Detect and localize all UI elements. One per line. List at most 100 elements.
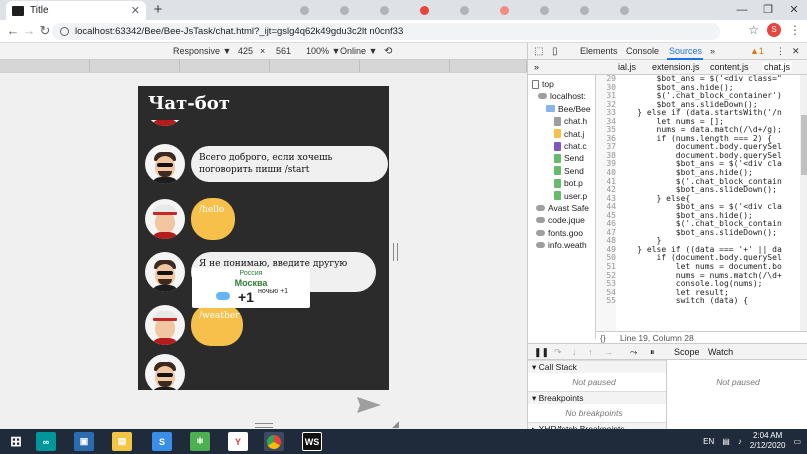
warnings-badge[interactable]: ▲1: [750, 46, 764, 56]
ruler-segment[interactable]: [360, 60, 450, 72]
editor-scrollbar[interactable]: [800, 75, 807, 331]
breakpoints-header[interactable]: ▾ Breakpoints: [528, 391, 666, 404]
step-into-icon[interactable]: ↓: [572, 347, 577, 357]
new-tab-button[interactable]: +: [150, 2, 166, 18]
forward-button[interactable]: →: [22, 24, 36, 38]
device-select[interactable]: Responsive ▼: [173, 46, 231, 56]
tab-watch[interactable]: Watch: [708, 347, 733, 357]
app-icon[interactable]: ▣: [74, 432, 94, 451]
devtools-menu-icon[interactable]: ⋮: [776, 46, 785, 57]
navigator-item[interactable]: Bee/Bee: [546, 104, 591, 114]
maximize-button[interactable]: ❐: [755, 0, 781, 20]
tab-sources[interactable]: Sources: [669, 46, 702, 56]
call-stack-header[interactable]: ▾ Call Stack: [528, 360, 666, 373]
arduino-icon[interactable]: ∞: [36, 432, 56, 451]
toggle-navigator-icon[interactable]: »: [534, 62, 539, 72]
media-query-ruler[interactable]: [0, 60, 527, 73]
back-button[interactable]: ←: [6, 24, 20, 38]
viewport-resize-handle-bottom[interactable]: [255, 423, 273, 428]
webstorm-icon[interactable]: WS: [302, 432, 322, 451]
tab-console[interactable]: Console: [626, 46, 659, 56]
step-over-icon[interactable]: ↷: [554, 347, 562, 358]
skype-icon[interactable]: S: [152, 432, 172, 451]
open-file-tab[interactable]: extension.js: [652, 62, 700, 72]
info-icon[interactable]: [60, 27, 69, 36]
browser-menu-icon[interactable]: ⋮: [789, 23, 801, 37]
ruler-segment[interactable]: [0, 60, 90, 72]
pause-icon[interactable]: ❚❚: [534, 347, 549, 358]
deactivate-breakpoints-icon[interactable]: ⤳: [630, 347, 637, 358]
ruler-segment[interactable]: [450, 60, 527, 72]
step-out-icon[interactable]: ↑: [588, 347, 593, 357]
background-tab[interactable]: [340, 3, 349, 17]
more-tabs-button[interactable]: »: [710, 46, 715, 56]
background-tab[interactable]: [580, 3, 589, 17]
navigator-item[interactable]: localhost:: [538, 91, 586, 101]
chat-messages[interactable]: Всего доброго, если хочешь поговорить пи…: [138, 120, 389, 390]
navigator-item[interactable]: Send: [554, 153, 584, 163]
notifications-icon[interactable]: ▭: [793, 437, 801, 446]
navigator-item[interactable]: Avast Safe: [536, 203, 589, 213]
network-throttle-select[interactable]: Online ▼: [340, 46, 377, 56]
close-tab-icon[interactable]: ✕: [131, 4, 140, 17]
rotate-icon[interactable]: ⟲: [384, 46, 392, 57]
message-input-bar[interactable]: [138, 390, 389, 417]
ruler-segment[interactable]: [90, 60, 180, 72]
background-tab[interactable]: [300, 3, 309, 17]
navigator-item[interactable]: chat.h: [554, 116, 587, 126]
navigator-item[interactable]: user.p: [554, 191, 587, 201]
step-icon[interactable]: →: [604, 347, 613, 357]
device-toggle-icon[interactable]: ▯: [552, 46, 558, 57]
navigator-item[interactable]: chat.c: [554, 141, 587, 151]
close-window-button[interactable]: ✕: [781, 0, 807, 20]
background-tab[interactable]: [460, 3, 469, 17]
network-icon[interactable]: ▤: [722, 437, 730, 446]
profile-avatar[interactable]: S: [767, 23, 781, 37]
background-tab[interactable]: [620, 3, 629, 17]
minimize-button[interactable]: —: [729, 0, 755, 20]
navigator-item[interactable]: fonts.goo: [536, 228, 583, 238]
chrome-icon[interactable]: [264, 432, 284, 451]
bookmark-star-icon[interactable]: ☆: [748, 23, 759, 37]
open-file-tab[interactable]: ial.js: [618, 62, 636, 72]
tab-elements[interactable]: Elements: [580, 46, 618, 56]
file-explorer-icon[interactable]: ▤: [112, 432, 132, 451]
tab-scope[interactable]: Scope: [674, 347, 700, 357]
open-file-tab[interactable]: content.js: [710, 62, 749, 72]
inspect-element-icon[interactable]: ⬚: [534, 46, 543, 57]
background-tab[interactable]: [380, 3, 389, 17]
scrollbar-thumb[interactable]: [801, 115, 807, 175]
viewport-height-input[interactable]: 561: [276, 46, 291, 56]
ruler-segment[interactable]: [180, 60, 270, 72]
windows-start-icon[interactable]: ⊞: [6, 432, 26, 451]
send-icon[interactable]: [356, 396, 382, 414]
url-text[interactable]: localhost:63342/Bee/Bee-JsTask/chat.html…: [75, 26, 403, 37]
reload-button[interactable]: ↻: [38, 24, 52, 38]
close-devtools-icon[interactable]: ✕: [792, 46, 800, 57]
background-tab[interactable]: [500, 3, 509, 17]
pause-on-exceptions-icon[interactable]: ⏸: [650, 347, 655, 358]
navigator-item[interactable]: Send: [554, 166, 584, 176]
language-indicator[interactable]: EN: [703, 437, 714, 446]
navigator-item[interactable]: code.jque: [536, 215, 585, 225]
zoom-select[interactable]: 100% ▼: [306, 46, 340, 56]
background-tab[interactable]: [420, 3, 429, 17]
code-editor[interactable]: $bot_ans = $('<div class=" $bot_ans.hide…: [618, 75, 800, 331]
pretty-print-button[interactable]: {}: [600, 333, 606, 343]
clock[interactable]: 2:04 AM 2/12/2020: [750, 431, 786, 451]
yandex-browser-icon[interactable]: Y: [228, 432, 248, 451]
navigator-item[interactable]: chat.j: [554, 129, 584, 139]
atom-icon[interactable]: ⚛: [190, 432, 210, 451]
viewport-resize-handle-right[interactable]: [393, 243, 398, 261]
url-bar[interactable]: localhost:63342/Bee/Bee-JsTask/chat.html…: [52, 23, 720, 40]
navigator-item[interactable]: bot.p: [554, 178, 583, 188]
viewport-width-input[interactable]: 425: [238, 46, 253, 56]
background-tab[interactable]: [540, 3, 549, 17]
navigator-item[interactable]: top: [532, 79, 554, 89]
volume-icon[interactable]: ♪: [738, 437, 742, 446]
open-file-tab-active[interactable]: chat.js: [762, 62, 793, 72]
line-number[interactable]: 55: [596, 297, 616, 306]
code-line[interactable]: switch (data) {: [618, 297, 800, 306]
ruler-segment[interactable]: [270, 60, 360, 72]
browser-tab-active[interactable]: Title ✕: [6, 1, 146, 20]
